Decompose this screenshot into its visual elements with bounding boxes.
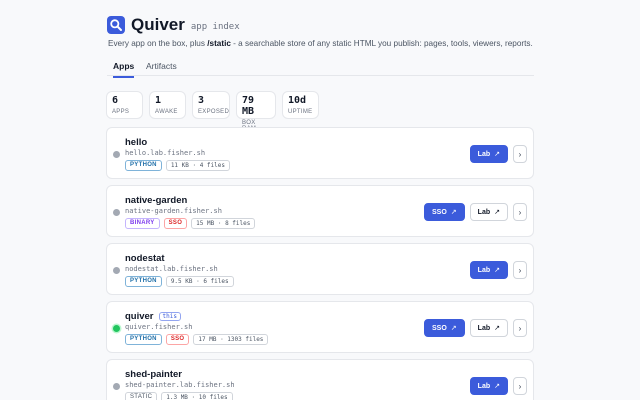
app-actions: Lab ↗ ›	[469, 377, 527, 395]
chevron-right-icon[interactable]: ›	[513, 145, 527, 163]
runtime-badge: PYTHON	[125, 276, 162, 287]
app-badges: PYTHON SSO 17 MB · 1303 files	[125, 334, 269, 345]
tab-bar: Apps Artifacts	[107, 57, 534, 78]
chevron-right-icon[interactable]: ›	[513, 261, 527, 279]
runtime-badge: STATIC	[125, 392, 158, 400]
stat-label: EXPOSED	[198, 109, 230, 115]
lab-button[interactable]: Lab ↗	[469, 319, 508, 337]
app-name: shed-painter	[125, 369, 183, 380]
sso-button[interactable]: SSO ↗	[424, 319, 465, 337]
stats-row: 6 APPS 1 AWAKE 3 EXPOSED 79 MB BOX RAM 1…	[106, 91, 319, 132]
stat-apps: 6 APPS	[106, 91, 143, 119]
stat-label: AWAKE	[155, 109, 178, 115]
stat-label: UPTIME	[288, 109, 313, 115]
lab-button[interactable]: Lab ↗	[469, 145, 508, 163]
app-card-shed-painter: shed-painter shed-painter.lab.fisher.sh …	[106, 359, 534, 400]
size-badge: 9.5 KB · 6 files	[165, 276, 234, 287]
chevron-right-icon[interactable]: ›	[513, 319, 527, 337]
size-badge: 15 MB · 8 files	[191, 218, 256, 229]
sso-button[interactable]: SSO ↗	[424, 203, 465, 221]
size-badge: 1.3 MB · 10 files	[161, 392, 233, 400]
app-name: nodestat	[125, 253, 165, 264]
stat-uptime: 10d UPTIME	[282, 91, 319, 119]
status-dot-idle	[113, 267, 120, 274]
lab-button[interactable]: Lab ↗	[469, 261, 508, 279]
external-link-icon: ↗	[450, 209, 457, 216]
this-badge: this	[158, 312, 181, 321]
app-host: nodestat.lab.fisher.sh	[125, 265, 218, 273]
stat-value: 6	[112, 95, 119, 106]
external-link-icon: ↗	[450, 325, 457, 332]
external-link-icon: ↗	[494, 383, 500, 390]
runtime-badge: BINARY	[125, 218, 160, 229]
runtime-badge: PYTHON	[125, 160, 162, 171]
app-card-quiver: quiver this quiver.fisher.sh PYTHON SSO 1…	[106, 301, 534, 353]
app-actions: Lab ↗ ›	[469, 261, 527, 279]
stat-value: 79 MB	[242, 95, 255, 117]
external-link-icon: ↗	[494, 151, 500, 158]
stat-value: 10d	[288, 95, 307, 106]
stat-exposed: 3 EXPOSED	[192, 91, 230, 119]
status-dot-idle	[113, 151, 120, 158]
stat-label: APPS	[112, 109, 130, 115]
external-link-icon: ↗	[494, 267, 500, 274]
app-host: hello.lab.fisher.sh	[125, 149, 206, 157]
status-dot-idle	[113, 209, 120, 216]
app-card-hello: hello hello.lab.fisher.sh PYTHON 11 KB ·…	[106, 127, 534, 179]
app-card-nodestat: nodestat nodestat.lab.fisher.sh PYTHON 9…	[106, 243, 534, 295]
status-dot-awake	[113, 325, 120, 332]
stat-awake: 1 AWAKE	[149, 91, 186, 119]
tab-apps[interactable]: Apps	[113, 61, 135, 78]
app-card-native-garden: native-garden native-garden.fisher.sh BI…	[106, 185, 534, 237]
app-host: quiver.fisher.sh	[125, 323, 193, 331]
tab-artifacts[interactable]: Artifacts	[146, 61, 177, 76]
app-badges: PYTHON 9.5 KB · 6 files	[125, 276, 234, 287]
sso-badge: SSO	[165, 334, 190, 345]
app-actions: SSO ↗ Lab ↗ ›	[424, 319, 527, 337]
search-icon	[107, 16, 125, 34]
app-badges: STATIC 1.3 MB · 10 files	[125, 392, 233, 400]
external-link-icon: ↗	[494, 325, 500, 332]
app-name: quiver this	[125, 311, 181, 322]
app-actions: SSO ↗ Lab ↗ ›	[424, 203, 527, 221]
size-badge: 11 KB · 4 files	[165, 160, 230, 171]
app-title: Quiver	[131, 15, 185, 34]
sso-badge: SSO	[163, 218, 188, 229]
app-actions: Lab ↗ ›	[469, 145, 527, 163]
stat-value: 3	[198, 95, 205, 106]
app-name: native-garden	[125, 195, 188, 206]
app-badges: BINARY SSO 15 MB · 8 files	[125, 218, 256, 229]
chevron-right-icon[interactable]: ›	[513, 377, 527, 395]
size-badge: 17 MB · 1303 files	[193, 334, 269, 345]
chevron-right-icon[interactable]: ›	[513, 203, 527, 221]
status-dot-idle	[113, 383, 120, 390]
runtime-badge: PYTHON	[125, 334, 162, 345]
external-link-icon: ↗	[494, 209, 500, 216]
stat-box-ram: 79 MB BOX RAM	[236, 91, 276, 132]
app-host: native-garden.fisher.sh	[125, 207, 222, 215]
stat-value: 1	[155, 95, 162, 106]
app-name: hello	[125, 137, 148, 148]
app-host: shed-painter.lab.fisher.sh	[125, 381, 235, 389]
app-header: Quiver app index	[107, 15, 240, 35]
app-badges: PYTHON 11 KB · 4 files	[125, 160, 230, 171]
page-description: Every app on the box, plus /static - a s…	[108, 39, 533, 48]
app-subtitle: app index	[190, 22, 240, 32]
lab-button[interactable]: Lab ↗	[469, 203, 508, 221]
lab-button[interactable]: Lab ↗	[469, 377, 508, 395]
